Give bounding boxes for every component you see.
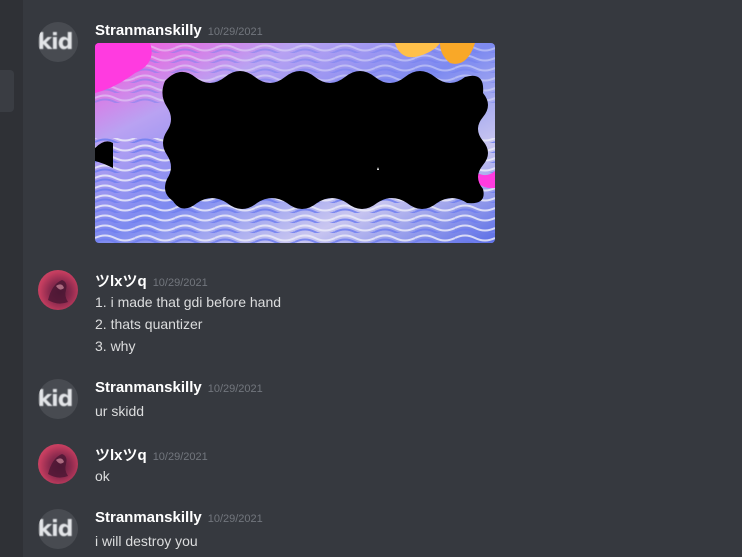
channel-sidebar bbox=[0, 0, 23, 557]
skid-avatar-icon: kid bbox=[38, 29, 73, 55]
image-attachment[interactable] bbox=[95, 43, 495, 243]
skid-avatar-icon: kid bbox=[38, 516, 73, 542]
username[interactable]: ツlxツq bbox=[95, 273, 147, 290]
message-header: Stranmanskilly 10/29/2021 bbox=[95, 22, 263, 40]
message-line: ur skidd bbox=[95, 403, 145, 419]
photo-avatar-icon bbox=[48, 280, 68, 304]
user-avatar[interactable] bbox=[38, 444, 78, 484]
username[interactable]: Stranmanskilly bbox=[95, 379, 202, 396]
message-line: 2. thats quantizer bbox=[95, 316, 203, 332]
message-line: 1. i made that gdi before hand bbox=[95, 294, 282, 310]
message-content: i will destroy you bbox=[95, 530, 198, 552]
timestamp[interactable]: 10/29/2021 bbox=[208, 513, 263, 525]
username[interactable]: ツlxツq bbox=[95, 447, 147, 464]
timestamp[interactable]: 10/29/2021 bbox=[153, 451, 208, 463]
message-content: ok bbox=[95, 465, 110, 487]
timestamp[interactable]: 10/29/2021 bbox=[208, 26, 263, 38]
glitch-image bbox=[95, 43, 495, 243]
message-header: Stranmanskilly 10/29/2021 bbox=[95, 379, 263, 397]
skid-avatar-icon: kid bbox=[38, 386, 73, 412]
user-avatar[interactable]: kid bbox=[38, 509, 78, 549]
message-content: 1. i made that gdi before hand 2. thats … bbox=[95, 291, 281, 357]
username[interactable]: Stranmanskilly bbox=[95, 509, 202, 526]
timestamp[interactable]: 10/29/2021 bbox=[153, 277, 208, 289]
username[interactable]: Stranmanskilly bbox=[95, 22, 202, 39]
sidebar-selected-indicator bbox=[0, 70, 14, 112]
user-avatar[interactable]: kid bbox=[38, 22, 78, 62]
message-header: ツlxツq 10/29/2021 bbox=[95, 270, 208, 291]
message-line: i will destroy you bbox=[95, 533, 198, 549]
message-line: 3. why bbox=[95, 338, 136, 354]
message-content: ur skidd bbox=[95, 400, 144, 422]
photo-avatar-icon bbox=[48, 454, 68, 478]
message-header: ツlxツq 10/29/2021 bbox=[95, 444, 208, 465]
message-header: Stranmanskilly 10/29/2021 bbox=[95, 509, 263, 527]
user-avatar[interactable]: kid bbox=[38, 379, 78, 419]
user-avatar[interactable] bbox=[38, 270, 78, 310]
message-line: ok bbox=[95, 468, 110, 484]
timestamp[interactable]: 10/29/2021 bbox=[208, 383, 263, 395]
